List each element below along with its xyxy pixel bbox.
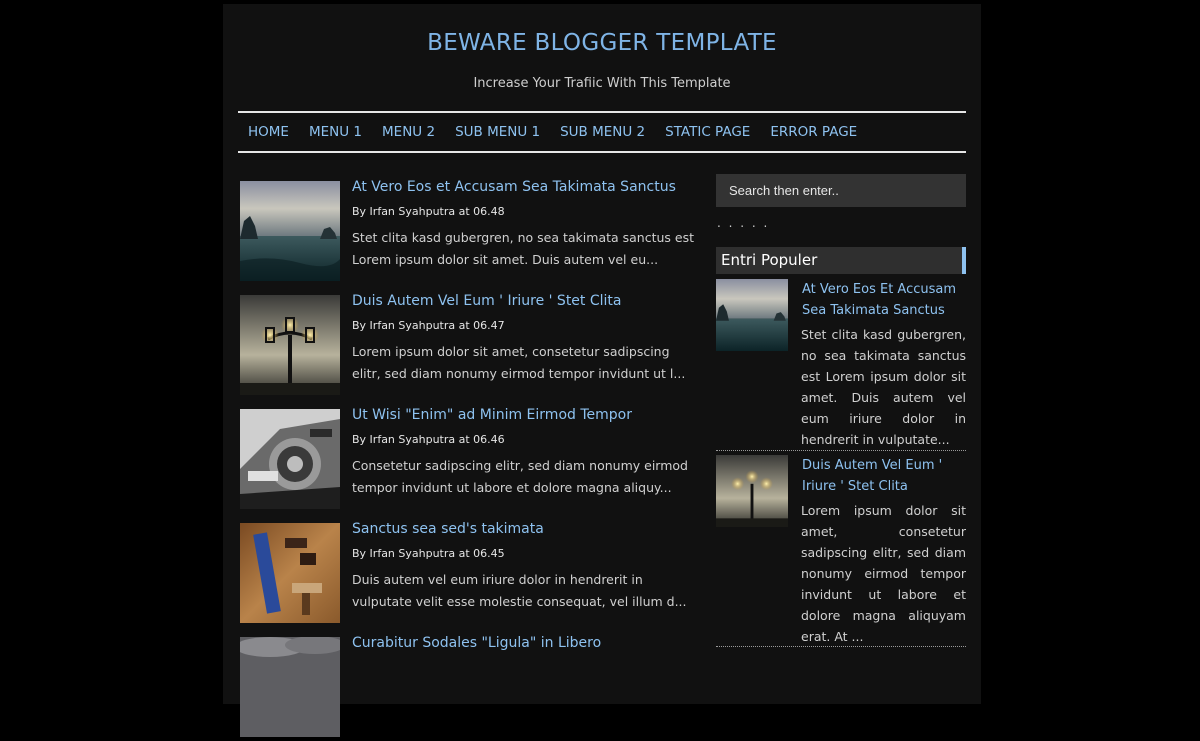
wood-tools-thumbnail[interactable] (240, 523, 340, 623)
search-input[interactable] (716, 174, 966, 207)
widget-dots: . . . . . (717, 216, 770, 230)
post-item: Ut Wisi "Enim" ad Minim Eirmod Tempor By… (240, 407, 702, 513)
nav-static-page[interactable]: STATIC PAGE (665, 124, 750, 140)
post-title[interactable]: Duis Autem Vel Eum ' Iriure ' Stet Clita (352, 293, 702, 309)
wood-tools-image (240, 523, 340, 623)
post-meta: By Irfan Syahputra at 06.45 (352, 547, 505, 560)
post-snippet: Consetetur sadipscing elitr, sed diam no… (352, 458, 688, 495)
post-item: Sanctus sea sed's takimata By Irfan Syah… (240, 521, 702, 627)
nav-menu-2[interactable]: MENU 2 (382, 124, 435, 140)
popular-post-snippet: Stet clita kasd gubergren, no sea takima… (801, 327, 966, 447)
nav-sub-menu-1[interactable]: SUB MENU 1 (455, 124, 540, 140)
nav-menu-1[interactable]: MENU 1 (309, 124, 362, 140)
popular-post-title[interactable]: Duis Autem Vel Eum ' Iriure ' Stet Clita (802, 455, 966, 497)
nav-sub-menu-2[interactable]: SUB MENU 2 (560, 124, 645, 140)
popular-post-thumbnail[interactable] (716, 455, 788, 527)
nav-error-page[interactable]: ERROR PAGE (770, 124, 857, 140)
machinery-thumbnail[interactable] (240, 409, 340, 509)
post-meta: By Irfan Syahputra at 06.46 (352, 433, 505, 446)
cloudy-sky-image (240, 637, 340, 737)
post-item: At Vero Eos et Accusam Sea Takimata Sanc… (240, 179, 702, 285)
post-snippet: Stet clita kasd gubergren, no sea takima… (352, 230, 695, 267)
post-title[interactable]: Curabitur Sodales "Ligula" in Libero (352, 635, 702, 651)
sea-rocks-image (716, 279, 788, 351)
street-lamp-image (240, 295, 340, 395)
popular-posts-heading: Entri Populer (716, 247, 966, 274)
post-title[interactable]: Sanctus sea sed's takimata (352, 521, 702, 537)
page-container: BEWARE BLOGGER TEMPLATE Increase Your Tr… (223, 4, 981, 737)
post-title[interactable]: At Vero Eos et Accusam Sea Takimata Sanc… (352, 179, 702, 195)
main-nav: HOME MENU 1 MENU 2 SUB MENU 1 SUB MENU 2… (238, 111, 966, 153)
post-item: Duis Autem Vel Eum ' Iriure ' Stet Clita… (240, 293, 702, 399)
sea-rocks-image (240, 181, 340, 281)
machinery-image (240, 409, 340, 509)
site-description: Increase Your Trafiic With This Template (473, 76, 731, 91)
cloudy-sky-thumbnail[interactable] (240, 637, 340, 737)
post-title[interactable]: Ut Wisi "Enim" ad Minim Eirmod Tempor (352, 407, 702, 423)
street-lamp-thumbnail[interactable] (240, 295, 340, 395)
post-meta: By Irfan Syahputra at 06.48 (352, 205, 505, 218)
post-item: Curabitur Sodales "Ligula" in Libero (240, 635, 702, 741)
popular-post-item: At Vero Eos Et Accusam Sea Takimata Sanc… (716, 279, 966, 451)
post-snippet: Lorem ipsum dolor sit amet, consetetur s… (352, 344, 686, 381)
sea-rocks-thumbnail[interactable] (240, 181, 340, 281)
popular-post-thumbnail[interactable] (716, 279, 788, 351)
popular-post-item: Duis Autem Vel Eum ' Iriure ' Stet Clita… (716, 455, 966, 647)
nav-home[interactable]: HOME (248, 124, 289, 140)
post-snippet: Duis autem vel eum iriure dolor in hendr… (352, 572, 687, 609)
post-meta: By Irfan Syahputra at 06.47 (352, 319, 505, 332)
site-title[interactable]: BEWARE BLOGGER TEMPLATE (223, 30, 981, 56)
street-lamp-image (716, 455, 788, 527)
popular-post-snippet: Lorem ipsum dolor sit amet, consetetur s… (801, 503, 966, 644)
popular-post-title[interactable]: At Vero Eos Et Accusam Sea Takimata Sanc… (802, 279, 966, 321)
